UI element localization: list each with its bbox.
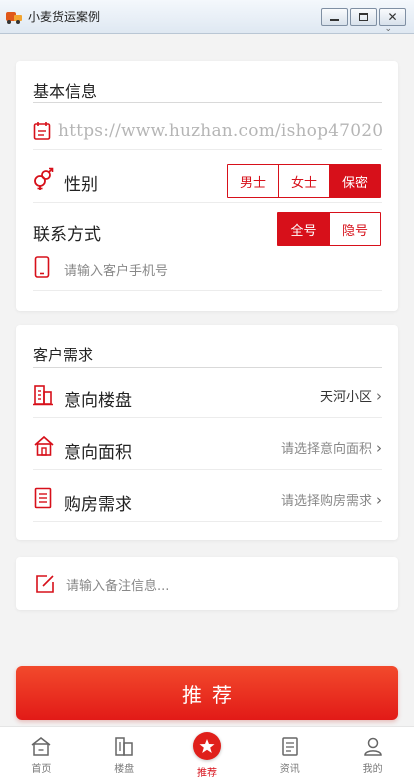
phone-icon (34, 256, 50, 278)
needs-row-value[interactable]: 天河小区 › (320, 386, 382, 405)
contact-option-hidden[interactable]: 隐号 (330, 213, 380, 245)
contact-label: 联系方式 (33, 225, 101, 245)
close-button[interactable]: ✕ (379, 8, 406, 26)
needs-row-value[interactable]: 请选择意向面积 › (281, 438, 382, 457)
divider (33, 202, 382, 203)
tab-buildings[interactable]: 楼盘 (83, 727, 166, 780)
window-titlebar: 小麦货运案例 ✕ ⌄ (0, 0, 414, 34)
divider (33, 102, 382, 103)
bottom-tabbar: 首页 楼盘 推荐 资讯 我的 (0, 726, 414, 780)
tab-label: 我的 (362, 764, 383, 775)
chevron-right-icon: › (376, 491, 382, 509)
close-icon: ✕ (387, 10, 398, 24)
tab-label: 推荐 (196, 768, 217, 779)
tab-home[interactable]: 首页 (0, 727, 83, 780)
chevron-right-icon: › (376, 387, 382, 405)
basic-info-title: 基本信息 (33, 82, 98, 101)
tab-label: 楼盘 (114, 764, 135, 775)
tab-label: 首页 (31, 764, 52, 775)
divider (33, 290, 382, 291)
remark-card: 请输入备注信息... (16, 557, 398, 610)
divider (33, 469, 382, 470)
news-icon (282, 737, 298, 756)
gender-option-secret[interactable]: 保密 (330, 165, 380, 197)
chevron-down-icon: ⌄ (384, 24, 392, 34)
gender-label: 性别 (64, 175, 98, 195)
divider (33, 367, 382, 368)
phone-input[interactable]: 请输入客户手机号 (64, 260, 168, 279)
remark-input[interactable]: 请输入备注信息... (66, 575, 169, 594)
tab-label: 资讯 (279, 764, 300, 775)
truck-icon (6, 10, 22, 24)
recommend-submit-button[interactable]: 推荐 (16, 666, 398, 720)
user-icon (363, 737, 382, 756)
chevron-right-icon: › (376, 439, 382, 457)
star-icon (192, 732, 221, 760)
building-icon (115, 737, 133, 756)
id-card-icon (33, 122, 51, 140)
house-icon (34, 435, 54, 456)
tab-recommend[interactable]: 推荐 (166, 727, 249, 780)
needs-row-label: 意向面积 (64, 443, 132, 463)
gender-option-female[interactable]: 女士 (279, 165, 330, 197)
minimize-button[interactable] (321, 8, 348, 26)
divider (33, 149, 382, 150)
document-icon (34, 487, 52, 509)
needs-row-label: 购房需求 (64, 495, 132, 515)
building-icon (33, 385, 53, 406)
contact-option-full[interactable]: 全号 (278, 213, 330, 245)
home-icon (31, 737, 51, 756)
gender-icon (34, 167, 54, 190)
tab-mine[interactable]: 我的 (331, 727, 414, 780)
needs-title: 客户需求 (33, 346, 94, 364)
tab-news[interactable]: 资讯 (248, 727, 331, 780)
needs-row-label: 意向楼盘 (64, 391, 132, 411)
needs-row-value[interactable]: 请选择购房需求 › (281, 490, 382, 509)
contact-toggle: 全号 隐号 (277, 212, 381, 246)
edit-icon (36, 575, 54, 593)
customer-needs-card: 客户需求 意向楼盘 天河小区 › 意向面积 请选择意向面积 › 购房需求 请选择购房… (16, 325, 398, 540)
divider (33, 521, 382, 522)
maximize-button[interactable] (350, 8, 377, 26)
window-title: 小麦货运案例 (28, 10, 101, 24)
divider (33, 417, 382, 418)
basic-info-card: 基本信息 性别 男士 女士 保密 联系方式 全号 隐号 请输入客户手机号 (16, 61, 398, 311)
watermark-text: https://www.huzhan.com/ishop47020 (58, 121, 384, 141)
gender-toggle: 男士 女士 保密 (227, 164, 381, 198)
gender-option-male[interactable]: 男士 (228, 165, 279, 197)
